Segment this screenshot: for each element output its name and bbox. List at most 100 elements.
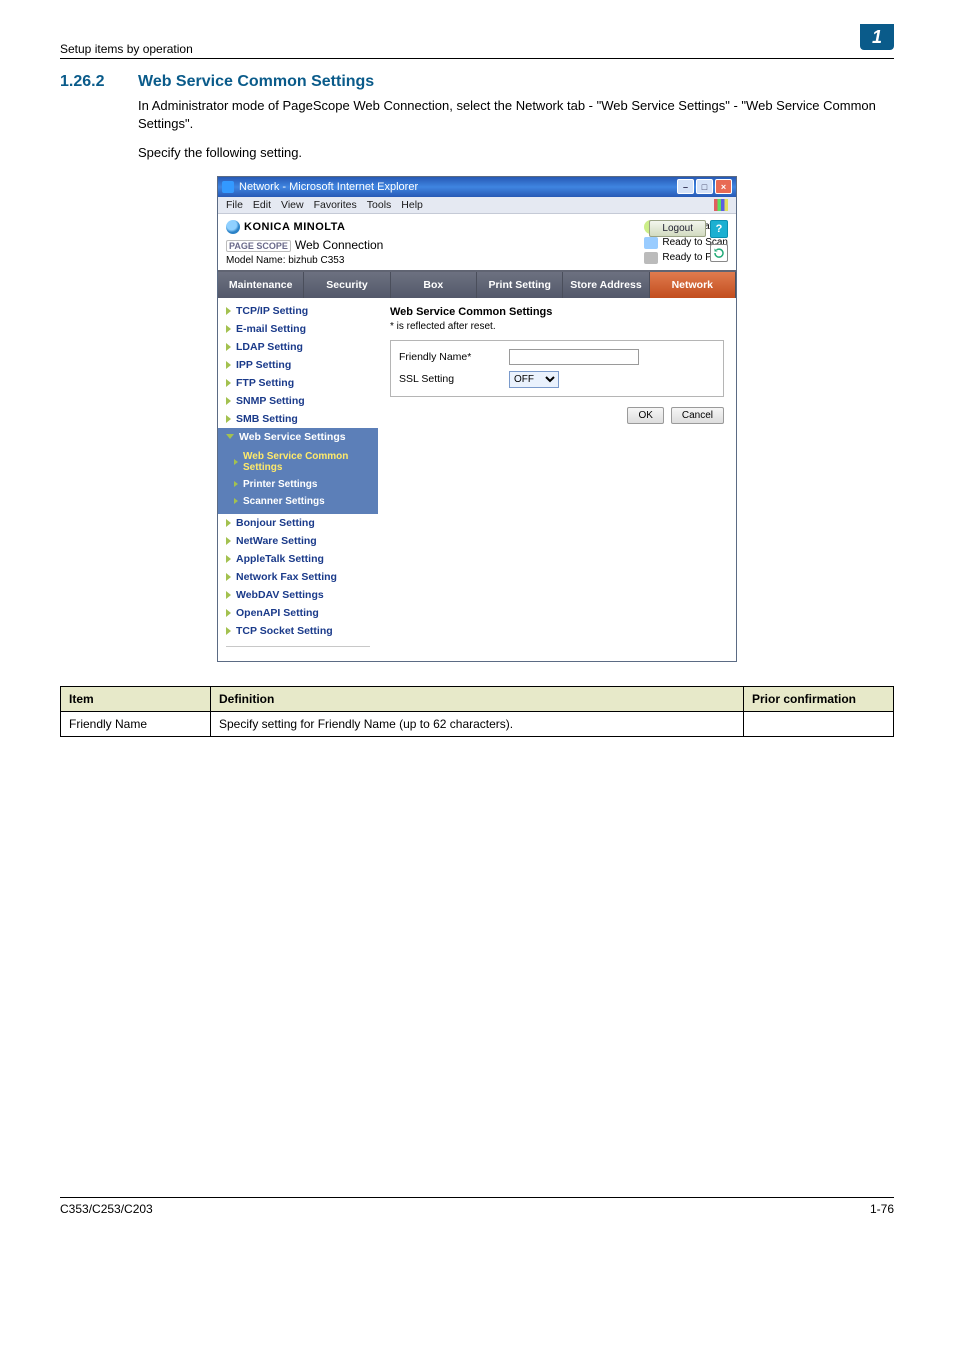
td-item: Friendly Name xyxy=(61,711,211,736)
ssl-setting-select[interactable]: OFF xyxy=(509,371,559,388)
sidebar-item-web-service[interactable]: Web Service Settings xyxy=(218,428,378,446)
sidebar-item-webdav[interactable]: WebDAV Settings xyxy=(218,586,378,604)
pagescope-logo: PAGE SCOPE xyxy=(226,240,291,252)
intro-instruction: Specify the following setting. xyxy=(138,144,894,162)
refresh-button[interactable] xyxy=(710,244,728,262)
sidebar-item-bonjour[interactable]: Bonjour Setting xyxy=(218,514,378,532)
menu-help[interactable]: Help xyxy=(401,199,423,211)
chevron-right-icon xyxy=(234,498,238,504)
chevron-right-icon xyxy=(234,481,238,487)
th-prior: Prior confirmation xyxy=(744,686,894,711)
browser-menubar: File Edit View Favorites Tools Help xyxy=(218,197,736,214)
sidebar-item-label: TCP Socket Setting xyxy=(236,625,333,637)
sidebar-item-netware[interactable]: NetWare Setting xyxy=(218,532,378,550)
tab-print-setting[interactable]: Print Setting xyxy=(477,272,563,298)
maximize-button[interactable]: □ xyxy=(696,179,713,194)
chevron-right-icon xyxy=(226,415,231,423)
sidebar-item-label: WebDAV Settings xyxy=(236,589,324,601)
pagescope-label: Web Connection xyxy=(295,238,384,252)
chevron-right-icon xyxy=(226,343,231,351)
browser-title: Network - Microsoft Internet Explorer xyxy=(239,181,418,193)
chevron-down-icon xyxy=(226,434,234,439)
sidebar-item-label: E-mail Setting xyxy=(236,323,306,335)
chevron-right-icon xyxy=(226,609,231,617)
intro-paragraph: In Administrator mode of PageScope Web C… xyxy=(138,97,894,132)
definition-table: Item Definition Prior confirmation Frien… xyxy=(60,686,894,737)
sidebar-item-appletalk[interactable]: AppleTalk Setting xyxy=(218,550,378,568)
sidebar-item-tcpip[interactable]: TCP/IP Setting xyxy=(218,302,378,320)
th-item: Item xyxy=(61,686,211,711)
breadcrumb: Setup items by operation xyxy=(60,42,193,56)
sidebar-item-label: NetWare Setting xyxy=(236,535,317,547)
sidebar-item-label: FTP Setting xyxy=(236,377,294,389)
content-heading: Web Service Common Settings xyxy=(390,306,724,318)
browser-titlebar: Network - Microsoft Internet Explorer – … xyxy=(218,177,736,197)
minimize-button[interactable]: – xyxy=(677,179,694,194)
browser-window: Network - Microsoft Internet Explorer – … xyxy=(217,176,737,662)
sidebar-item-label: IPP Setting xyxy=(236,359,291,371)
chevron-right-icon xyxy=(226,519,231,527)
section-title: Web Service Common Settings xyxy=(138,73,374,91)
sidebar-item-label: Printer Settings xyxy=(243,479,317,490)
friendly-name-input[interactable] xyxy=(509,349,639,365)
chevron-right-icon xyxy=(226,361,231,369)
ok-button[interactable]: OK xyxy=(627,407,663,424)
brand-label: KONICA MINOLTA xyxy=(244,221,346,233)
th-definition: Definition xyxy=(211,686,744,711)
refresh-icon xyxy=(713,247,725,259)
chevron-right-icon xyxy=(226,379,231,387)
chevron-right-icon xyxy=(226,397,231,405)
chapter-badge: 1 xyxy=(860,24,894,50)
tab-store-address[interactable]: Store Address xyxy=(563,272,649,298)
sidebar-divider xyxy=(226,646,370,647)
sidebar-item-label: Web Service Common Settings xyxy=(243,451,372,473)
sidebar-item-ftp[interactable]: FTP Setting xyxy=(218,374,378,392)
menu-favorites[interactable]: Favorites xyxy=(314,199,357,211)
chevron-right-icon xyxy=(226,555,231,563)
ssl-setting-label: SSL Setting xyxy=(399,373,509,385)
cancel-button[interactable]: Cancel xyxy=(671,407,724,424)
menu-tools[interactable]: Tools xyxy=(367,199,392,211)
sidebar-item-label: Bonjour Setting xyxy=(236,517,315,529)
menu-view[interactable]: View xyxy=(281,199,304,211)
sidebar-item-openapi[interactable]: OpenAPI Setting xyxy=(218,604,378,622)
chevron-right-icon xyxy=(226,537,231,545)
sidebar-subgroup-web-service: Web Service Common Settings Printer Sett… xyxy=(218,446,378,514)
sidebar-item-ipp[interactable]: IPP Setting xyxy=(218,356,378,374)
sidebar-item-smb[interactable]: SMB Setting xyxy=(218,410,378,428)
tab-security[interactable]: Security xyxy=(304,272,390,298)
sidebar-item-tcpsocket[interactable]: TCP Socket Setting xyxy=(218,622,378,640)
help-button[interactable]: ? xyxy=(710,220,728,238)
sidebar-item-label: AppleTalk Setting xyxy=(236,553,324,565)
menu-file[interactable]: File xyxy=(226,199,243,211)
ie-icon xyxy=(222,181,234,193)
tab-network[interactable]: Network xyxy=(650,272,736,298)
sidebar-item-label: SNMP Setting xyxy=(236,395,305,407)
windows-flag-icon xyxy=(714,199,728,211)
sidebar-item-label: SMB Setting xyxy=(236,413,298,425)
tab-maintenance[interactable]: Maintenance xyxy=(218,272,304,298)
logout-button[interactable]: Logout xyxy=(649,220,706,237)
chevron-right-icon xyxy=(226,325,231,333)
section-number: 1.26.2 xyxy=(60,73,116,91)
close-button[interactable]: × xyxy=(715,179,732,194)
menu-edit[interactable]: Edit xyxy=(253,199,271,211)
chevron-right-icon xyxy=(226,627,231,635)
sidebar-item-label: TCP/IP Setting xyxy=(236,305,308,317)
footer-model: C353/C253/C203 xyxy=(60,1202,153,1216)
sidebar-item-networkfax[interactable]: Network Fax Setting xyxy=(218,568,378,586)
sidebar-subitem-scanner[interactable]: Scanner Settings xyxy=(218,493,378,510)
sidebar-subitem-printer[interactable]: Printer Settings xyxy=(218,476,378,493)
sidebar-item-snmp[interactable]: SNMP Setting xyxy=(218,392,378,410)
chevron-right-icon xyxy=(226,573,231,581)
sidebar-subitem-common[interactable]: Web Service Common Settings xyxy=(218,448,378,476)
friendly-name-label: Friendly Name* xyxy=(399,351,509,363)
sidebar-item-label: Network Fax Setting xyxy=(236,571,337,583)
td-definition: Specify setting for Friendly Name (up to… xyxy=(211,711,744,736)
tab-strip: Maintenance Security Box Print Setting S… xyxy=(218,272,736,298)
sidebar-item-email[interactable]: E-mail Setting xyxy=(218,320,378,338)
globe-icon xyxy=(226,220,240,234)
tab-box[interactable]: Box xyxy=(391,272,477,298)
settings-fieldset: Friendly Name* SSL Setting OFF xyxy=(390,340,724,397)
sidebar-item-ldap[interactable]: LDAP Setting xyxy=(218,338,378,356)
